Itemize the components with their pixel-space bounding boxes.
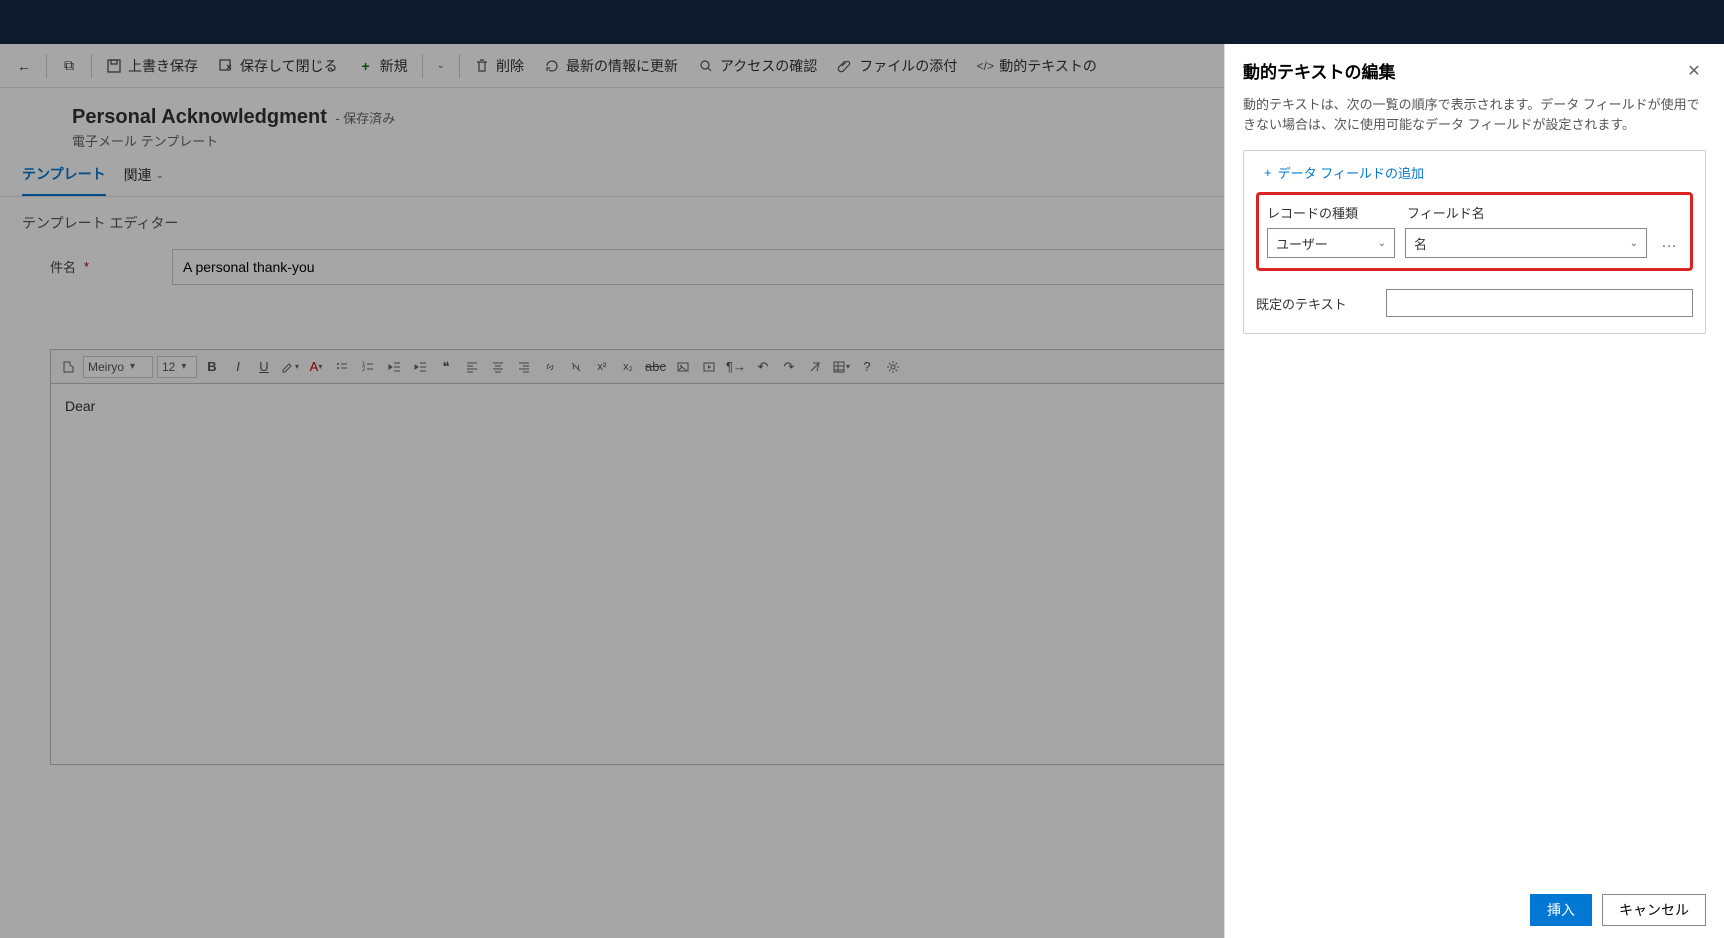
field-name-select[interactable]: 名⌄ (1405, 228, 1647, 258)
record-type-header: レコードの種類 (1267, 203, 1395, 222)
highlighted-field-row: レコードの種類 フィールド名 ユーザー⌄ 名⌄ … (1256, 192, 1693, 271)
plus-icon: + (1264, 165, 1272, 180)
chevron-down-icon: ⌄ (1630, 238, 1638, 249)
close-button[interactable]: ✕ (1682, 59, 1706, 83)
add-data-field-label: データ フィールドの追加 (1278, 163, 1424, 182)
insert-button[interactable]: 挿入 (1530, 894, 1592, 926)
chevron-down-icon: ⌄ (1378, 238, 1386, 249)
default-text-label: 既定のテキスト (1256, 294, 1374, 313)
row-more-button[interactable]: … (1657, 234, 1682, 252)
panel-description: 動的テキストは、次の一覧の順序で表示されます。データ フィールドが使用できない場… (1225, 89, 1724, 146)
field-name-header: フィールド名 (1407, 203, 1485, 222)
cancel-button[interactable]: キャンセル (1602, 894, 1706, 926)
panel-title: 動的テキストの編集 (1243, 58, 1396, 83)
record-type-select[interactable]: ユーザー⌄ (1267, 228, 1395, 258)
default-text-row: 既定のテキスト (1256, 289, 1693, 317)
dynamic-text-panel: 動的テキストの編集 ✕ 動的テキストは、次の一覧の順序で表示されます。データ フ… (1224, 44, 1724, 938)
close-icon: ✕ (1687, 61, 1700, 81)
add-data-field-button[interactable]: + データ フィールドの追加 (1256, 163, 1693, 182)
app-titlebar (0, 0, 1724, 44)
data-fields-card: +データ フィールドの追加 レコードの種類 フィールド名 ユーザー⌄ 名⌄ … … (1243, 150, 1706, 334)
default-text-input[interactable] (1386, 289, 1693, 317)
